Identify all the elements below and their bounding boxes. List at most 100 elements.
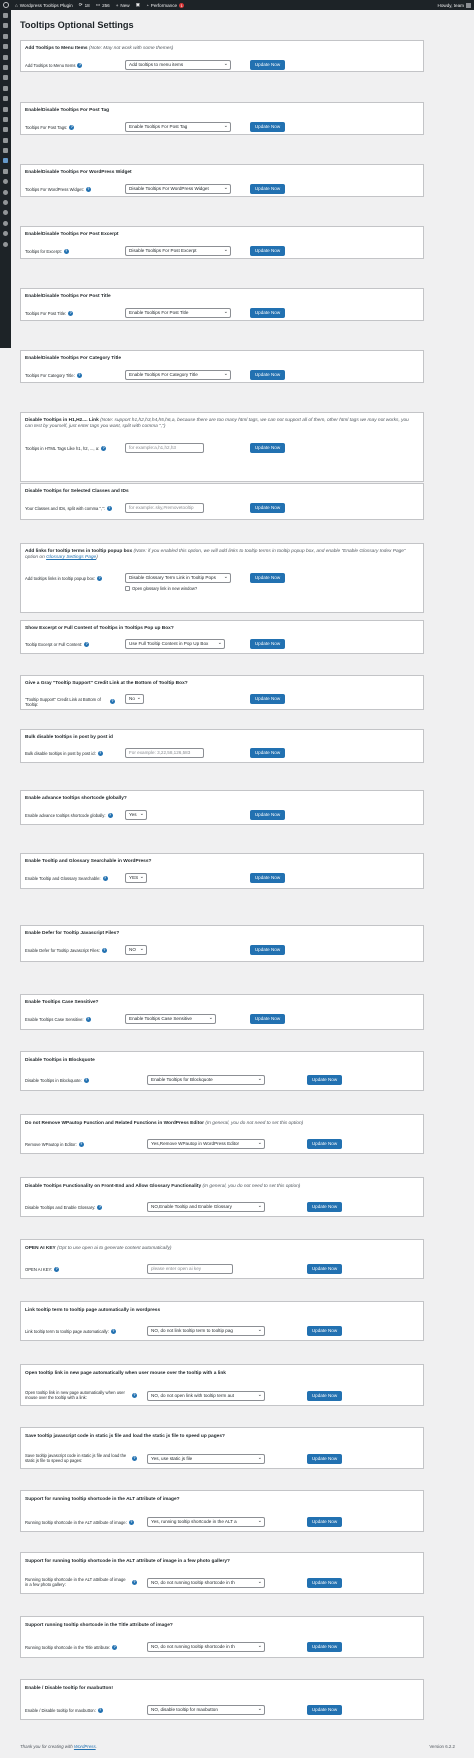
help-icon[interactable]: ? (68, 310, 74, 316)
circle-icon[interactable] (3, 200, 8, 206)
option-select[interactable]: Enable Tooltips For Category Title (125, 370, 231, 380)
option-select[interactable]: Yes, use static js file (147, 1454, 265, 1464)
option-select[interactable]: NO, do not running tooltip shortcode in … (147, 1642, 265, 1652)
dashboard-icon[interactable] (3, 13, 8, 18)
option-select[interactable]: Use Full Tooltip Content in Pop Up Box (125, 639, 225, 649)
update-now-button[interactable]: Update Now (250, 694, 285, 704)
home-icon[interactable]: ⌂ Wordpress Tooltips Plugin (15, 3, 73, 8)
help-icon[interactable]: ? (69, 124, 75, 130)
update-now-button[interactable]: Update Now (250, 122, 285, 132)
plugin-icon[interactable]: ▣ (136, 2, 140, 8)
option-select[interactable]: Yes (125, 810, 147, 820)
help-icon[interactable]: ? (101, 445, 107, 451)
help-icon[interactable]: ? (54, 1266, 60, 1272)
new-window-checkbox[interactable]: Open glossary link in new window? (125, 586, 197, 591)
option-input[interactable]: for example:a,h1,h2,h3 (125, 443, 204, 453)
update-now-button[interactable]: Update Now (250, 748, 285, 758)
checkbox-icon[interactable] (125, 586, 130, 591)
help-icon[interactable]: ? (97, 1707, 103, 1713)
update-now-button[interactable]: Update Now (250, 184, 285, 194)
posts-icon[interactable] (3, 23, 8, 29)
option-select[interactable]: Enable Tooltips for Blockquote (147, 1075, 265, 1085)
wordpress-link[interactable]: WordPress (74, 1744, 96, 1749)
option-select[interactable]: Enable Tooltips Case Sensitive (125, 1014, 216, 1024)
jetpack-icon[interactable] (3, 33, 8, 39)
option-input[interactable]: For example: 3,22,58,126,583 (125, 748, 204, 758)
update-now-button[interactable]: Update Now (307, 1075, 342, 1085)
update-now-button[interactable]: Update Now (307, 1202, 342, 1212)
users-icon[interactable] (3, 96, 8, 102)
settings-icon[interactable] (3, 116, 8, 122)
option-input[interactable]: please enter open ai key (147, 1264, 233, 1274)
circle-icon[interactable] (3, 189, 8, 195)
help-icon[interactable]: ? (101, 947, 107, 953)
help-icon[interactable]: ? (78, 1141, 84, 1147)
circle-icon[interactable] (3, 179, 8, 185)
help-icon[interactable]: ? (85, 1016, 91, 1022)
option-select[interactable]: Disable Tooltips For WordPress Widget (125, 184, 231, 194)
update-now-button[interactable]: Update Now (307, 1264, 342, 1274)
option-select[interactable]: NO, do not open link with tooltip term a… (147, 1391, 265, 1401)
option-select[interactable]: Add tooltips to menu items (125, 60, 231, 70)
option-select[interactable]: Disable Tooltips For Post Excerpt (125, 246, 231, 256)
update-now-button[interactable]: Update Now (250, 503, 285, 513)
comments-icon[interactable] (3, 64, 8, 70)
option-select[interactable]: NO, do not link tooltip term to tooltip … (147, 1326, 265, 1336)
help-icon[interactable]: ? (132, 1392, 137, 1398)
circle-icon[interactable] (3, 210, 8, 216)
option-input[interactable]: for example:.sky,#removetooltip (125, 503, 204, 513)
grid-icon[interactable] (3, 137, 8, 143)
updates-link[interactable]: ⟳ 18 (79, 2, 90, 8)
help-icon[interactable]: ? (128, 1519, 134, 1525)
account-link[interactable]: Howdy, team (438, 2, 471, 8)
update-now-button[interactable]: Update Now (307, 1517, 342, 1527)
help-icon[interactable]: ? (84, 641, 90, 647)
circle-icon[interactable] (3, 220, 8, 226)
option-select[interactable]: No (125, 694, 144, 704)
option-select[interactable]: Yes, running tooltip shortcode in the AL… (147, 1517, 265, 1527)
site-name-link[interactable]: Wordpress Tooltips Plugin (20, 3, 73, 8)
comments-link[interactable]: ▭ 256 (96, 2, 110, 8)
update-now-button[interactable]: Update Now (307, 1139, 342, 1149)
option-select[interactable]: NO, disable tooltip for maxbutton (147, 1705, 265, 1715)
help-icon[interactable]: ? (110, 699, 115, 705)
option-select[interactable]: NO (125, 945, 147, 955)
option-select[interactable]: YES (125, 873, 147, 883)
update-now-button[interactable]: Update Now (250, 1014, 285, 1024)
update-now-button[interactable]: Update Now (250, 60, 285, 70)
help-icon[interactable]: ? (63, 248, 69, 254)
help-icon[interactable]: ? (132, 1455, 137, 1461)
collapse-menu-icon[interactable] (3, 241, 8, 247)
help-icon[interactable]: ? (85, 186, 91, 192)
help-icon[interactable]: ? (110, 1328, 116, 1334)
update-now-button[interactable]: Update Now (250, 573, 285, 583)
update-now-button[interactable]: Update Now (250, 810, 285, 820)
media-icon[interactable] (3, 44, 8, 50)
help-icon[interactable]: ? (97, 750, 103, 756)
help-icon[interactable]: ? (132, 1579, 137, 1585)
update-now-button[interactable]: Update Now (307, 1578, 342, 1588)
update-now-button[interactable]: Update Now (307, 1705, 342, 1715)
circle-icon[interactable] (3, 231, 8, 237)
appearance-icon[interactable] (3, 75, 8, 81)
help-icon[interactable]: ? (77, 62, 83, 68)
chat-icon[interactable] (3, 168, 8, 174)
plugins-icon[interactable] (3, 85, 8, 91)
wordpress-logo-icon[interactable] (3, 2, 9, 8)
help-icon[interactable]: ? (97, 1204, 103, 1210)
update-now-button[interactable]: Update Now (307, 1642, 342, 1652)
update-now-button[interactable]: Update Now (250, 370, 285, 380)
option-select[interactable]: NO,Enable Tooltip and Enable Glossary (147, 1202, 265, 1212)
update-now-button[interactable]: Update Now (250, 873, 285, 883)
help-icon[interactable]: ? (107, 812, 113, 818)
update-now-button[interactable]: Update Now (307, 1454, 342, 1464)
option-select[interactable]: Enable Tooltips For Post Title (125, 308, 231, 318)
update-now-button[interactable]: Update Now (307, 1326, 342, 1336)
option-select[interactable]: Yes,Remove WPautop in WordPress Editor (147, 1139, 265, 1149)
help-icon[interactable]: ? (97, 575, 103, 581)
performance-link[interactable]: ◔ Performance 1 (146, 2, 185, 8)
update-now-button[interactable]: Update Now (250, 443, 285, 453)
update-now-button[interactable]: Update Now (250, 945, 285, 955)
tooltips-icon[interactable] (3, 158, 8, 164)
help-icon[interactable]: ? (106, 505, 112, 511)
